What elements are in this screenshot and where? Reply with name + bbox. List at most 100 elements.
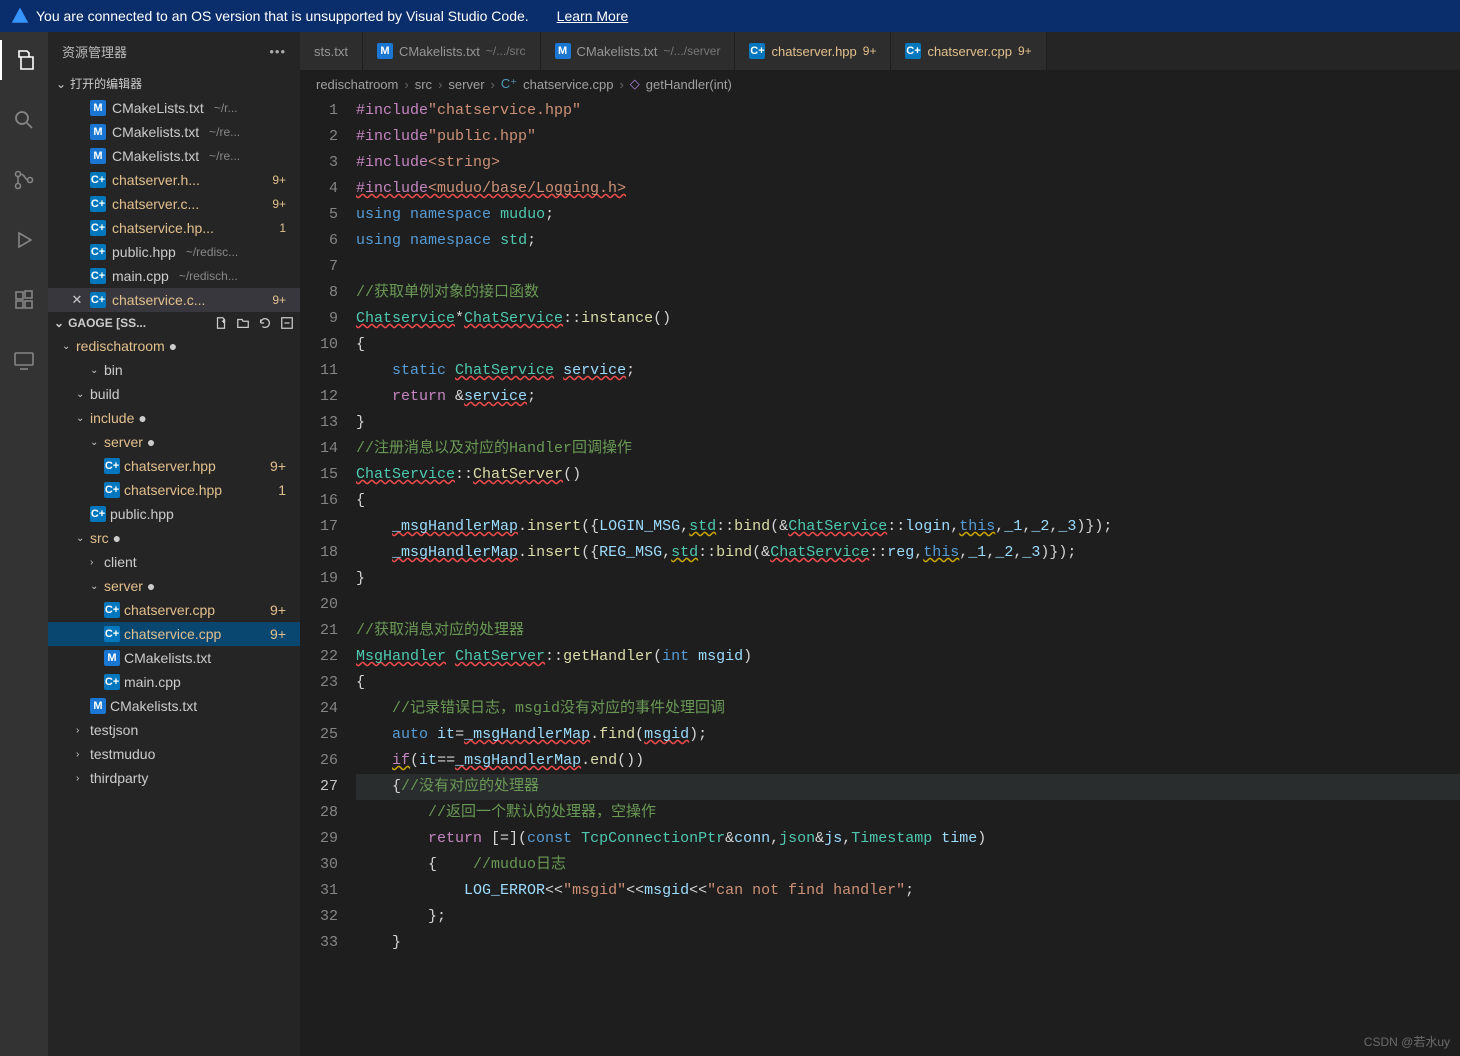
editor-tab[interactable]: C+chatserver.hpp9+ bbox=[735, 32, 891, 70]
code-body[interactable]: #include"chatservice.hpp"#include"public… bbox=[356, 98, 1460, 1056]
modified-dot-icon: ● bbox=[147, 578, 155, 594]
new-file-icon[interactable] bbox=[214, 316, 228, 330]
chevron-down-icon: ⌄ bbox=[54, 316, 64, 330]
learn-more-link[interactable]: Learn More bbox=[557, 8, 629, 24]
tree-folder[interactable]: ›thirdparty bbox=[48, 766, 300, 790]
cpp-icon: C+ bbox=[104, 458, 120, 474]
open-editor-item[interactable]: C+public.hpp~/redisc... bbox=[48, 240, 300, 264]
chevron-down-icon: ⌄ bbox=[62, 341, 72, 352]
cpp-icon: C+ bbox=[90, 268, 106, 284]
chevron-right-icon: › bbox=[76, 773, 86, 784]
line-number-gutter: 1234567891011121314151617181920212223242… bbox=[300, 98, 356, 1056]
problem-badge: 9+ bbox=[863, 44, 877, 58]
tree-file[interactable]: C+chatservice.hpp1 bbox=[48, 478, 300, 502]
open-editor-item[interactable]: MCMakeLists.txt~/r... bbox=[48, 96, 300, 120]
cpp-icon: C⁺ bbox=[501, 76, 517, 92]
chevron-down-icon: ⌄ bbox=[90, 437, 100, 448]
remote-icon[interactable] bbox=[0, 340, 48, 380]
new-folder-icon[interactable] bbox=[236, 316, 250, 330]
banner-text: You are connected to an OS version that … bbox=[36, 8, 529, 24]
chevron-down-icon: ⌄ bbox=[56, 77, 66, 91]
activity-bar bbox=[0, 32, 48, 1056]
editor-tab[interactable]: C+chatserver.cpp9+ bbox=[891, 32, 1046, 70]
tree-folder[interactable]: ⌄include● bbox=[48, 406, 300, 430]
tree-folder[interactable]: ⌄src● bbox=[48, 526, 300, 550]
tree-folder[interactable]: ›testmuduo bbox=[48, 742, 300, 766]
tree-folder[interactable]: ⌄bin bbox=[48, 358, 300, 382]
search-icon[interactable] bbox=[0, 100, 48, 140]
modified-dot-icon: ● bbox=[169, 338, 177, 354]
cpp-icon: C+ bbox=[90, 196, 106, 212]
scm-icon[interactable] bbox=[0, 160, 48, 200]
code-editor[interactable]: 1234567891011121314151617181920212223242… bbox=[300, 98, 1460, 1056]
workspace-header[interactable]: ⌄ GAOGE [SS... bbox=[48, 312, 300, 334]
tree-file[interactable]: MCMakelists.txt bbox=[48, 694, 300, 718]
warning-icon bbox=[12, 8, 28, 24]
cpp-icon: C+ bbox=[90, 220, 106, 236]
open-editor-item[interactable]: C+chatservice.hp...1 bbox=[48, 216, 300, 240]
collapse-icon[interactable] bbox=[280, 316, 294, 330]
cpp-icon: C+ bbox=[90, 244, 106, 260]
chevron-right-icon: › bbox=[76, 725, 86, 736]
chevron-down-icon: ⌄ bbox=[90, 581, 100, 592]
watermark: CSDN @若水uy bbox=[1364, 1033, 1450, 1050]
debug-icon[interactable] bbox=[0, 220, 48, 260]
open-editor-item[interactable]: MCMakelists.txt~/re... bbox=[48, 144, 300, 168]
cpp-icon: C+ bbox=[905, 43, 921, 59]
chevron-down-icon: ⌄ bbox=[76, 389, 86, 400]
tree-folder[interactable]: ⌄server● bbox=[48, 430, 300, 454]
modified-dot-icon: ● bbox=[147, 434, 155, 450]
tree-folder[interactable]: ⌄server● bbox=[48, 574, 300, 598]
open-editor-item[interactable]: ✕C+chatservice.c...9+ bbox=[48, 288, 300, 312]
problem-badge: 9+ bbox=[270, 626, 292, 642]
more-actions-icon[interactable]: ••• bbox=[269, 44, 286, 59]
explorer-icon[interactable] bbox=[0, 40, 48, 80]
cpp-icon: C+ bbox=[104, 482, 120, 498]
editor-tab[interactable]: MCMakelists.txt~/.../server bbox=[541, 32, 736, 70]
open-editor-item[interactable]: C+chatserver.c...9+ bbox=[48, 192, 300, 216]
refresh-icon[interactable] bbox=[258, 316, 272, 330]
cpp-icon: C+ bbox=[104, 674, 120, 690]
open-editor-item[interactable]: C+main.cpp~/redisch... bbox=[48, 264, 300, 288]
breadcrumb[interactable]: redischatroom› src› server› C⁺ chatservi… bbox=[300, 70, 1460, 98]
open-editor-item[interactable]: C+chatserver.h...9+ bbox=[48, 168, 300, 192]
chevron-right-icon: › bbox=[90, 557, 100, 568]
chevron-down-icon: ⌄ bbox=[76, 533, 86, 544]
make-icon: M bbox=[90, 100, 106, 116]
tree-file[interactable]: C+main.cpp bbox=[48, 670, 300, 694]
cpp-icon: C+ bbox=[749, 43, 765, 59]
close-icon[interactable]: ✕ bbox=[70, 292, 84, 308]
tab-bar: sts.txtMCMakelists.txt~/.../srcMCMakelis… bbox=[300, 32, 1460, 70]
open-editor-item[interactable]: MCMakelists.txt~/re... bbox=[48, 120, 300, 144]
tree-folder[interactable]: ›client bbox=[48, 550, 300, 574]
make-icon: M bbox=[90, 124, 106, 140]
problem-badge: 1 bbox=[278, 482, 292, 498]
tree-file[interactable]: C+chatservice.cpp9+ bbox=[48, 622, 300, 646]
sidebar-header: 资源管理器 ••• bbox=[48, 32, 300, 71]
make-icon: M bbox=[377, 43, 393, 59]
tree-file[interactable]: C+chatserver.cpp9+ bbox=[48, 598, 300, 622]
symbol-icon: ◇ bbox=[630, 76, 640, 92]
tree-root[interactable]: ⌄ redischatroom ● bbox=[48, 334, 300, 358]
sidebar-title: 资源管理器 bbox=[62, 42, 127, 61]
problem-badge: 9+ bbox=[272, 197, 292, 211]
make-icon: M bbox=[90, 698, 106, 714]
open-editors-header[interactable]: ⌄ 打开的编辑器 bbox=[48, 71, 300, 96]
problem-badge: 9+ bbox=[270, 602, 292, 618]
editor-area: sts.txtMCMakelists.txt~/.../srcMCMakelis… bbox=[300, 32, 1460, 1056]
problem-badge: 9+ bbox=[272, 293, 292, 307]
cpp-icon: C+ bbox=[90, 506, 106, 522]
extensions-icon[interactable] bbox=[0, 280, 48, 320]
chevron-down-icon: ⌄ bbox=[90, 365, 100, 376]
tree-file[interactable]: C+public.hpp bbox=[48, 502, 300, 526]
unsupported-os-banner: You are connected to an OS version that … bbox=[0, 0, 1460, 32]
tree-folder[interactable]: ⌄build bbox=[48, 382, 300, 406]
tree-file[interactable]: C+chatserver.hpp9+ bbox=[48, 454, 300, 478]
cpp-icon: C+ bbox=[104, 602, 120, 618]
editor-tab[interactable]: sts.txt bbox=[300, 32, 363, 70]
cpp-icon: C+ bbox=[104, 626, 120, 642]
modified-dot-icon: ● bbox=[113, 530, 121, 546]
tree-file[interactable]: MCMakelists.txt bbox=[48, 646, 300, 670]
editor-tab[interactable]: MCMakelists.txt~/.../src bbox=[363, 32, 541, 70]
tree-folder[interactable]: ›testjson bbox=[48, 718, 300, 742]
